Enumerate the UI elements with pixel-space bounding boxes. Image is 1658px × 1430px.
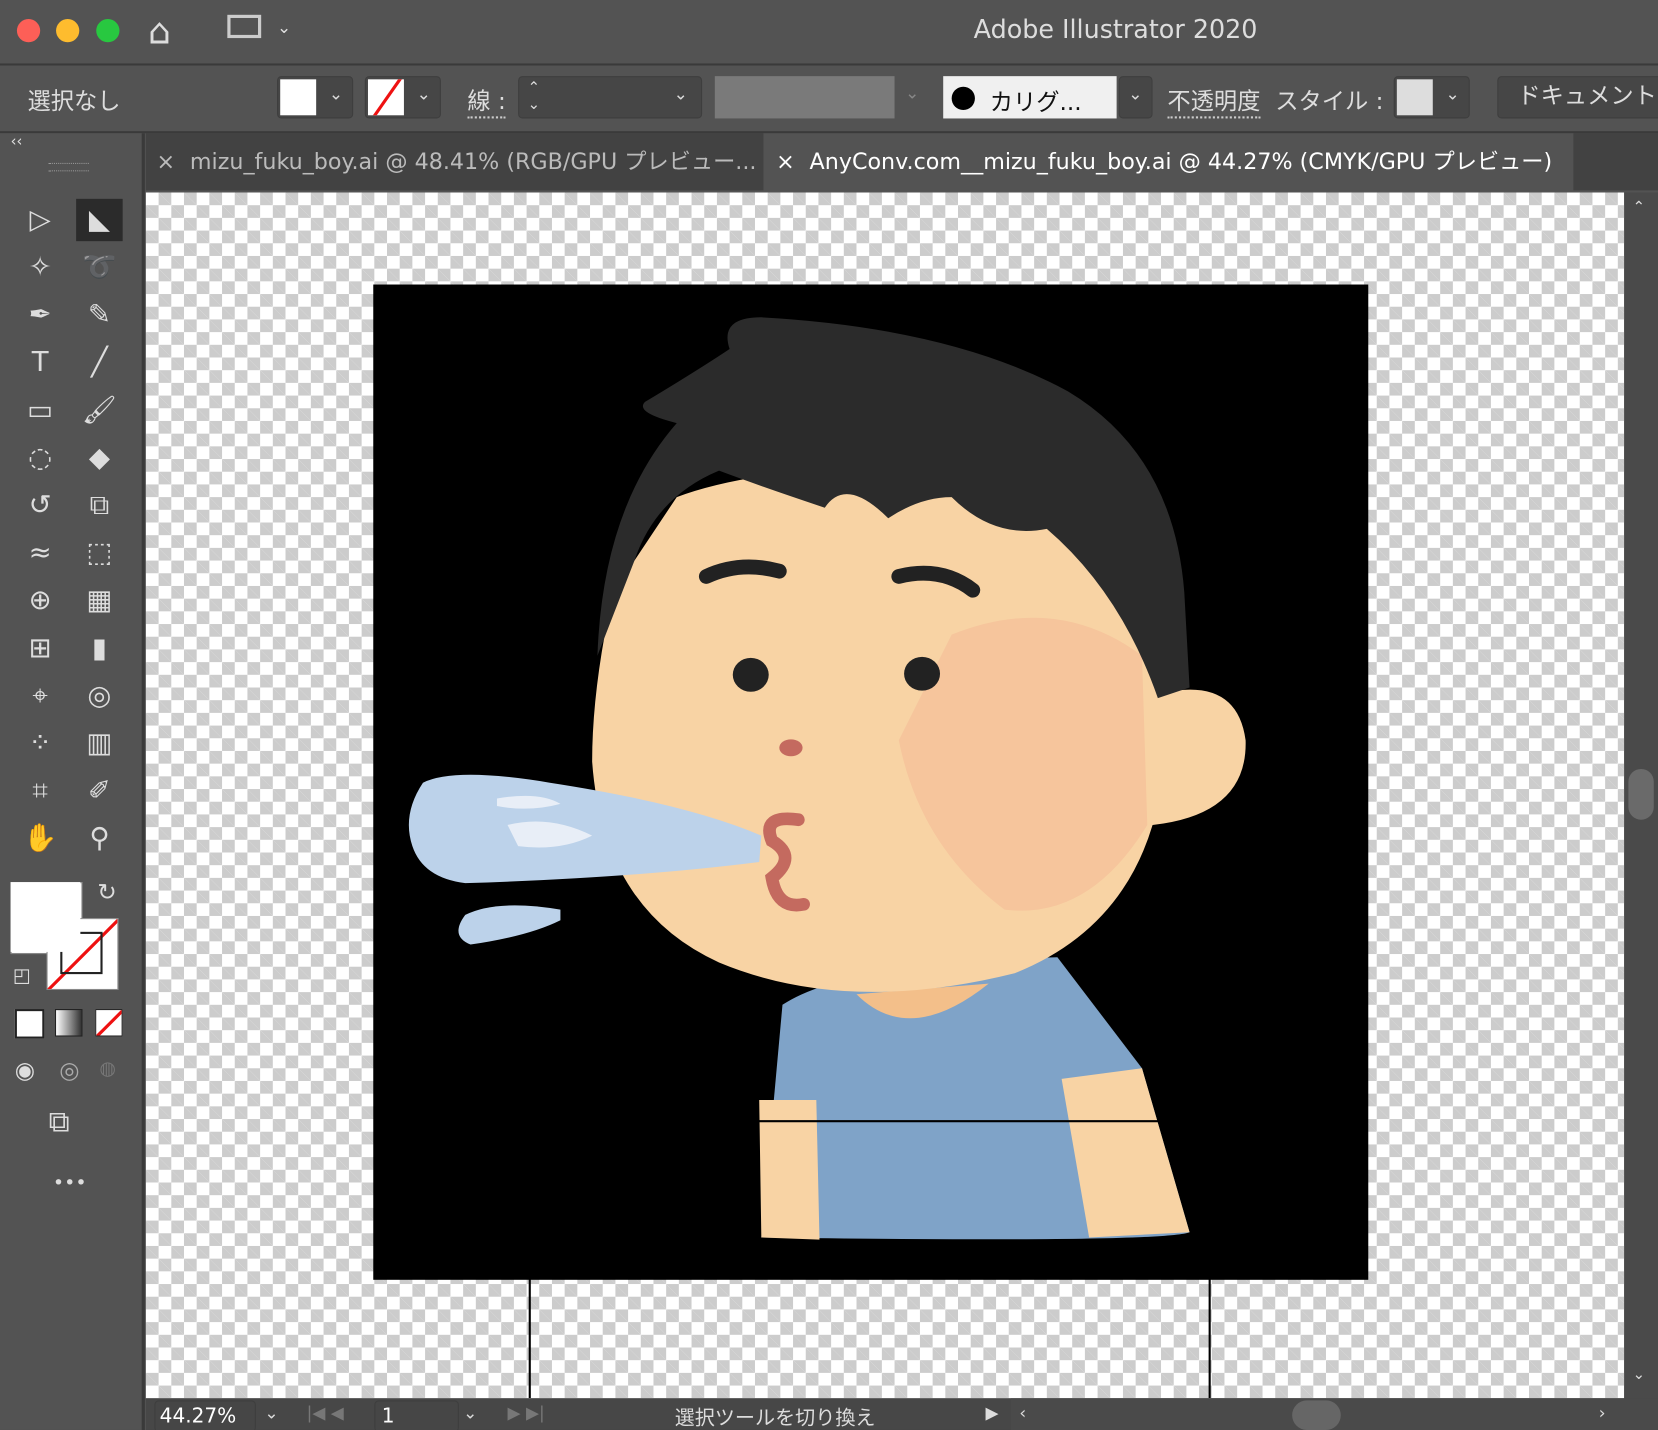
chevron-down-icon: ⌄ — [328, 83, 344, 104]
none-mode-icon[interactable] — [95, 1009, 123, 1037]
edit-toolbar-button[interactable]: ••• — [53, 1172, 87, 1194]
graphic-style-picker[interactable]: ⌄ — [1393, 76, 1470, 119]
screen-mode-icon[interactable]: ⧉ — [49, 1104, 70, 1140]
default-colors-icon[interactable]: ◰ — [13, 965, 31, 987]
close-tab-icon[interactable]: × — [776, 149, 795, 174]
status-menu-arrow[interactable]: ▶ — [985, 1402, 998, 1422]
status-bar: 44.27% ⌄ |◀ ◀ 1 ⌄ ▶ ▶| 選択ツールを切り換え ▶ ‹ › — [145, 1398, 1658, 1430]
zoom-level-input[interactable]: 44.27% — [154, 1400, 256, 1430]
gradient-tool-icon[interactable]: ▮ — [76, 627, 123, 669]
type-tool-icon[interactable]: T — [17, 342, 64, 384]
artboard-tool-icon[interactable]: ⌗ — [17, 770, 64, 812]
width-tool-icon[interactable]: ≈ — [17, 532, 64, 574]
paintbrush-tool-icon[interactable]: 🖌 — [76, 389, 123, 431]
eraser-tool-icon[interactable]: ◆ — [76, 437, 123, 479]
rectangle-tool-icon[interactable]: ▭ — [17, 389, 64, 431]
stroke-weight-input[interactable]: ⌃ ⌄ ⌄ — [518, 76, 703, 119]
brush-definition[interactable]: カリグ... — [943, 76, 1117, 119]
panel-grip[interactable] — [48, 162, 89, 172]
vertical-scrollbar[interactable]: ⌃ ⌄ — [1624, 192, 1658, 1399]
nose — [779, 739, 803, 757]
artboard-dropdown-icon[interactable]: ⌄ — [463, 1402, 477, 1422]
line-segment-tool-icon[interactable]: ╱ — [76, 342, 123, 384]
shaper-tool-icon[interactable]: ◌ — [17, 437, 64, 479]
draw-inside-icon[interactable]: ◍ — [99, 1058, 116, 1080]
direct-selection-tool-icon[interactable]: ◣ — [76, 198, 123, 242]
style-label: スタイル : — [1275, 88, 1384, 116]
symbol-sprayer-tool-icon[interactable]: ⁘ — [17, 722, 64, 764]
selection-tool-icon[interactable]: ▷ — [17, 199, 64, 241]
tab-anyconv-mizu-fuku-boy[interactable]: × AnyConv.com__mizu_fuku_boy.ai @ 44.27% … — [763, 133, 1574, 191]
pen-tool-icon[interactable]: ✒ — [17, 294, 64, 336]
canvas[interactable] — [145, 192, 1625, 1399]
fill-swatch[interactable]: ⌄ — [277, 76, 354, 119]
slice-tool-icon[interactable]: ✐ — [76, 770, 123, 812]
scroll-thumb[interactable] — [1292, 1400, 1341, 1430]
shape-builder-tool-icon[interactable]: ⊕ — [17, 580, 64, 622]
color-mode-icon[interactable] — [14, 1009, 45, 1039]
opacity-link[interactable]: 不透明度 — [1167, 82, 1261, 119]
collapse-panel-button[interactable]: ‹‹ — [11, 133, 23, 150]
horizontal-scrollbar[interactable]: ‹ › — [1010, 1398, 1658, 1430]
brush-dot-icon — [951, 86, 975, 110]
eyedropper-tool-icon[interactable]: ⌖ — [17, 675, 64, 717]
title-bar: ⌂ ⌄ Adobe Illustrator 2020 — [0, 0, 1658, 66]
control-bar: 選択なし ⌄ ⌄ 線 : ⌃ ⌄ ⌄ ⌄ カリグ... ⌄ 不透明度 スタイル :… — [0, 65, 1658, 134]
mesh-tool-icon[interactable]: ⊞ — [17, 627, 64, 669]
right-eye — [904, 656, 941, 691]
chevron-down-icon: ⌄ — [416, 83, 431, 104]
draw-normal-icon[interactable]: ◉ — [15, 1058, 35, 1084]
fill-color-front[interactable] — [10, 882, 81, 952]
column-graph-tool-icon[interactable]: ▥ — [76, 722, 123, 764]
close-tab-icon[interactable]: × — [156, 149, 175, 174]
scale-tool-icon[interactable]: ⧉ — [76, 484, 123, 526]
stroke-swatch[interactable]: ⌄ — [364, 76, 441, 119]
left-eye — [732, 657, 769, 692]
free-transform-tool-icon[interactable]: ⬚ — [76, 532, 123, 574]
lasso-tool-icon[interactable]: ➰ — [76, 246, 123, 288]
tab-mizu-fuku-boy[interactable]: × mizu_fuku_boy.ai @ 48.41% (RGB/GPU プレビュ… — [145, 133, 762, 191]
next-artboard-button[interactable]: ▶ ▶| — [508, 1402, 545, 1422]
variable-width-profile[interactable] — [714, 76, 895, 119]
rotate-tool-icon[interactable]: ↺ — [17, 484, 64, 526]
blend-tool-icon[interactable]: ◎ — [76, 675, 123, 717]
artboard-number-input[interactable]: 1 — [374, 1400, 459, 1430]
magic-wand-tool-icon[interactable]: ✧ — [17, 246, 64, 288]
artwork — [373, 284, 1369, 1399]
curvature-tool-icon[interactable]: ✎ — [76, 294, 123, 336]
draw-behind-icon[interactable]: ◎ — [59, 1058, 79, 1084]
first-artboard-button[interactable]: |◀ ◀ — [307, 1402, 344, 1422]
document-tabs: × mizu_fuku_boy.ai @ 48.41% (RGB/GPU プレビュ… — [145, 133, 1658, 191]
status-tool-hint[interactable]: 選択ツールを切り換え — [675, 1402, 876, 1430]
document-setup-button[interactable]: ドキュメント — [1497, 76, 1658, 119]
hand-tool-icon[interactable]: ✋ — [17, 818, 64, 860]
selection-status: 選択なし — [27, 88, 121, 116]
app-title: Adobe Illustrator 2020 — [973, 14, 1258, 45]
zoom-dropdown-icon[interactable]: ⌄ — [264, 1402, 278, 1422]
chevron-down-icon[interactable]: ⌄ — [1128, 84, 1142, 104]
swap-colors-icon[interactable]: ↻ — [97, 880, 116, 906]
stroke-label[interactable]: 線 : — [467, 82, 506, 119]
scroll-thumb[interactable] — [1628, 768, 1654, 820]
perspective-grid-tool-icon[interactable]: ▦ — [76, 580, 123, 622]
gradient-mode-icon[interactable] — [54, 1009, 83, 1037]
zoom-tool-icon[interactable]: ⚲ — [76, 818, 123, 860]
